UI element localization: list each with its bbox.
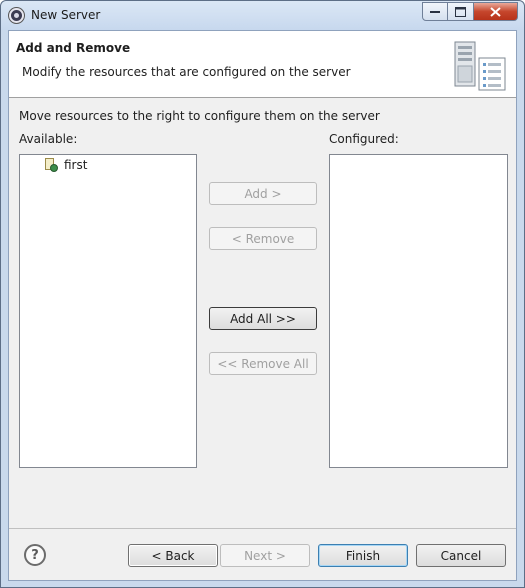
- add-button[interactable]: Add >: [209, 182, 317, 205]
- help-icon[interactable]: ?: [24, 544, 46, 566]
- next-button[interactable]: Next >: [220, 544, 310, 567]
- instruction-text: Move resources to the right to configure…: [19, 109, 380, 123]
- minimize-icon: [430, 10, 440, 13]
- back-button[interactable]: < Back: [128, 544, 218, 567]
- remove-all-button[interactable]: << Remove All: [209, 352, 317, 375]
- remove-button[interactable]: < Remove: [209, 227, 317, 250]
- page-description: Modify the resources that are configured…: [22, 65, 351, 79]
- maximize-icon: [455, 6, 466, 17]
- maximize-button[interactable]: [448, 2, 474, 21]
- finish-button[interactable]: Finish: [318, 544, 408, 567]
- eclipse-icon: [9, 8, 24, 23]
- list-item[interactable]: first: [44, 158, 87, 172]
- new-server-dialog: New Server Add and Remove Modify the res…: [0, 0, 525, 588]
- server-icon: [454, 41, 506, 91]
- window-controls: [422, 2, 518, 21]
- cancel-button[interactable]: Cancel: [416, 544, 506, 567]
- configured-list[interactable]: [329, 154, 508, 468]
- wizard-banner: Add and Remove Modify the resources that…: [9, 31, 516, 98]
- configured-label: Configured:: [329, 132, 399, 146]
- page-title: Add and Remove: [16, 41, 131, 55]
- list-item-label: first: [64, 158, 88, 172]
- dialog-client-area: Add and Remove Modify the resources that…: [8, 30, 517, 581]
- footer-divider: [9, 528, 516, 529]
- close-icon: [490, 6, 501, 17]
- wizard-content: Move resources to the right to configure…: [9, 99, 516, 539]
- minimize-button[interactable]: [422, 2, 448, 21]
- web-project-icon: [44, 158, 58, 172]
- available-list[interactable]: first: [19, 154, 197, 468]
- window-title: New Server: [31, 8, 101, 22]
- title-bar[interactable]: New Server: [1, 1, 524, 30]
- close-button[interactable]: [474, 2, 518, 21]
- add-all-button[interactable]: Add All >>: [209, 307, 317, 330]
- available-label: Available:: [19, 132, 78, 146]
